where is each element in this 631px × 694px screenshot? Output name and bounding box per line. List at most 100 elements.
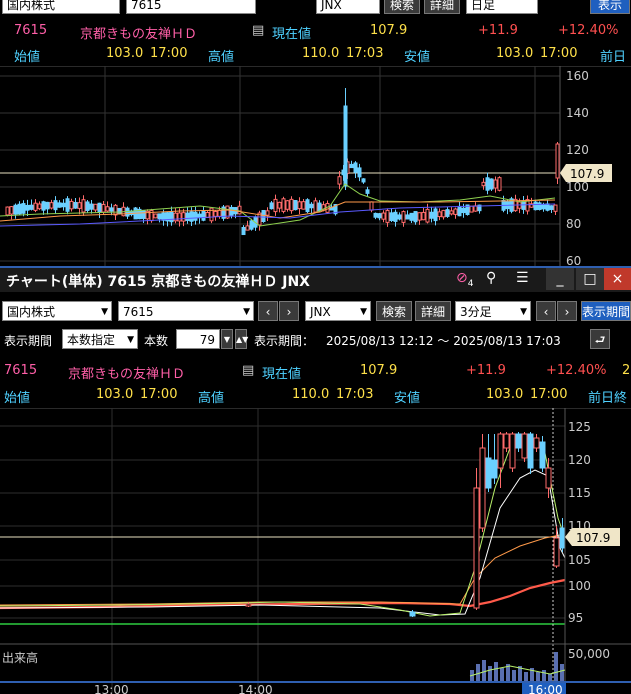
range-bar: 表示期間 本数指定 ▼ 本数 79 ▼ ▲▼ 表示期間： 2025/08/13 …	[0, 329, 631, 351]
intraday-chart[interactable]: 125 120 115 110 105 100 95 107.9 出来高 50,…	[0, 408, 631, 694]
candle-body	[401, 211, 406, 223]
volume-bar	[494, 662, 498, 682]
candle-body	[409, 212, 414, 221]
chevron-down-icon: ▼	[360, 307, 367, 317]
next-code-button[interactable]: ›	[279, 301, 299, 321]
market-value: 国内株式	[7, 305, 56, 319]
open-label: 始値	[4, 391, 31, 406]
candle-body	[479, 447, 486, 529]
candle-body	[503, 433, 510, 449]
refresh-button[interactable]: ⮐	[590, 329, 610, 349]
candle-body	[241, 226, 246, 236]
candle-body	[109, 207, 114, 212]
link-icon[interactable]: ⊘4	[456, 270, 473, 289]
count-label: 本数	[144, 334, 169, 348]
candle-body	[65, 198, 70, 212]
count-value: 79	[199, 333, 215, 347]
candle-body	[497, 177, 502, 191]
candle-body	[353, 162, 358, 173]
exchange-select[interactable]: JNX ▼	[305, 301, 371, 321]
candle-body	[61, 202, 66, 208]
candle-body	[273, 198, 278, 213]
quote-extra: 2	[622, 363, 631, 378]
chart-window-titlebar[interactable]: チャート(単体) 7615 京都きもの友禅ＨＤ JNX ⊘4 ⚲ ☰ _ □ ×	[0, 266, 631, 292]
top-display-button[interactable]: 表示	[590, 0, 630, 14]
candle-body	[269, 202, 274, 210]
count-stepper[interactable]: ▲▼	[235, 329, 248, 349]
candle-body	[521, 433, 528, 459]
maximize-button[interactable]: □	[576, 268, 604, 290]
close-button[interactable]: ×	[604, 268, 631, 290]
top-ytick-80: 80	[566, 217, 581, 231]
volume-tick: 50,000	[568, 647, 610, 661]
count-input[interactable]: 79	[176, 329, 220, 349]
candle-body	[49, 202, 54, 209]
top-high-label: 高値	[208, 50, 235, 65]
top-search-button[interactable]: 検索	[384, 0, 420, 14]
top-quote-name: 京都きもの友禅ＨＤ	[80, 27, 198, 42]
prev-code-button[interactable]: ‹	[258, 301, 278, 321]
candle-body	[245, 225, 250, 231]
current-value: 107.9	[360, 363, 398, 378]
top-period-select[interactable]: 日足	[466, 0, 538, 14]
display-period-button[interactable]: 表示期間	[581, 301, 631, 321]
candle-body	[469, 205, 474, 213]
detail-button[interactable]: 詳細	[415, 301, 451, 321]
prev-period-button[interactable]: ‹	[536, 301, 556, 321]
search-icon[interactable]: ⚲	[486, 270, 496, 286]
top-open-value: 103.0	[106, 46, 144, 61]
search-button[interactable]: 検索	[376, 301, 412, 321]
candle-body	[553, 537, 560, 567]
candle-body	[17, 203, 22, 215]
top-exchange-select[interactable]: JNX	[316, 0, 380, 14]
candle-body	[425, 208, 430, 223]
range-label: 表示期間	[4, 334, 53, 348]
candle-body	[125, 207, 130, 217]
minimize-button[interactable]: _	[546, 268, 574, 290]
candle-body	[491, 459, 498, 479]
candle-body	[473, 487, 480, 609]
candle-body	[217, 209, 222, 217]
count-dropdown-button[interactable]: ▼	[221, 329, 233, 349]
candle-body	[13, 204, 18, 215]
low-value: 103.0	[486, 387, 524, 402]
volume-bar	[500, 668, 504, 682]
candle-body	[309, 203, 314, 209]
candle-body	[301, 201, 306, 210]
candle-body	[381, 212, 386, 220]
candle-body	[409, 611, 416, 617]
candle-body	[437, 211, 442, 218]
candle-body	[53, 200, 58, 211]
xtick-1400: 14:00	[238, 683, 273, 694]
volume-bar	[554, 652, 558, 682]
top-code-input[interactable]: 7615	[126, 0, 256, 14]
candle-body	[457, 205, 462, 217]
market-select[interactable]: 国内株式 ▼	[2, 301, 112, 321]
candle-body	[93, 203, 98, 211]
xtick-1300: 13:00	[94, 683, 129, 694]
next-period-button[interactable]: ›	[557, 301, 577, 321]
top-period-value: 日足	[471, 0, 496, 12]
top-market-select[interactable]: 国内株式	[2, 0, 120, 14]
candle-body	[297, 201, 302, 210]
period-select[interactable]: 3分足 ▼	[455, 301, 531, 321]
candle-body	[539, 441, 546, 469]
top-low-time: 17:00	[540, 46, 578, 61]
open-value: 103.0	[96, 387, 134, 402]
candle-body	[357, 167, 362, 178]
code-input[interactable]: 7615 ▼	[118, 301, 254, 321]
doc-icon[interactable]: ▤	[242, 363, 254, 378]
candle-body	[181, 212, 186, 222]
top-ohlc-row: 始値 103.0 17:00 高値 110.0 17:03 安値 103.0 1…	[0, 43, 631, 65]
top-detail-button[interactable]: 詳細	[424, 0, 460, 14]
range-mode-select[interactable]: 本数指定 ▼	[62, 329, 138, 349]
candle-body	[305, 199, 310, 213]
period-value: 3分足	[460, 305, 492, 319]
ytick-95: 95	[568, 611, 583, 625]
top-quote-doc-icon[interactable]: ▤	[252, 23, 264, 38]
menu-icon[interactable]: ☰	[516, 270, 529, 286]
candle-body	[213, 210, 218, 217]
candle-body	[549, 205, 554, 210]
candle-body	[113, 204, 118, 216]
volume-bar	[512, 670, 516, 682]
